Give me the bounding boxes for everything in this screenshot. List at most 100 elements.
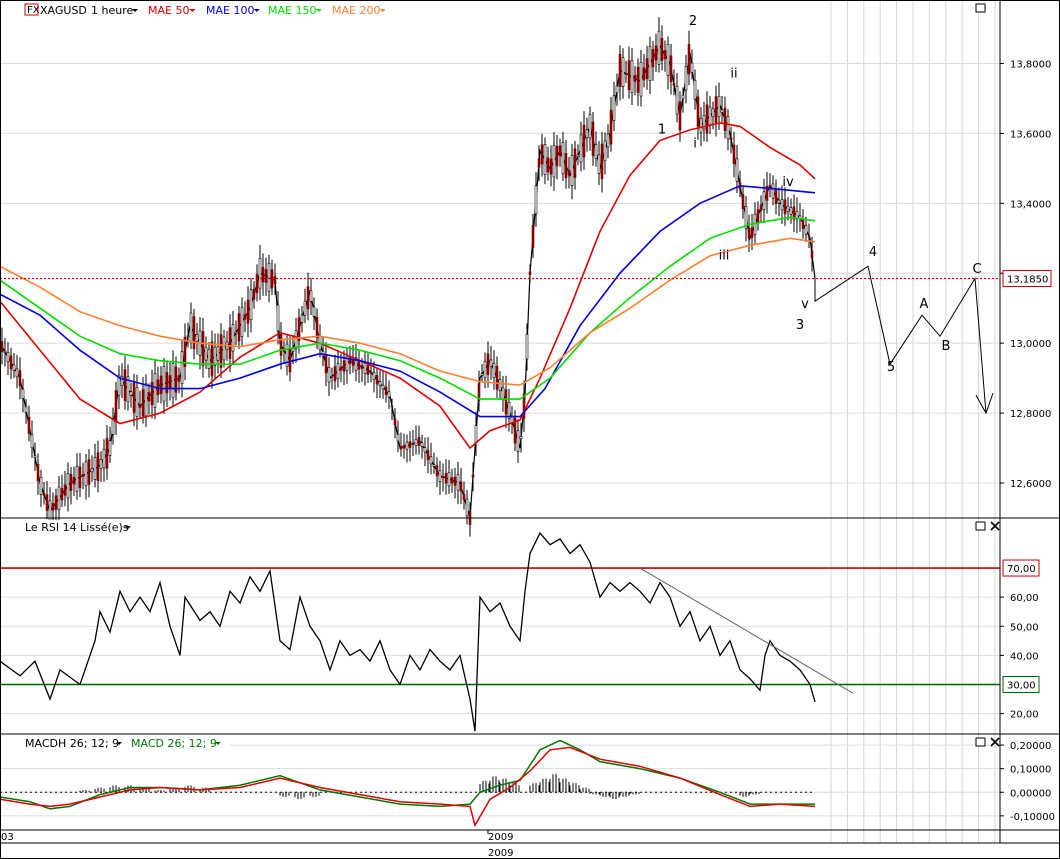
candle-body bbox=[483, 360, 487, 378]
symbol-label: XAGUSD bbox=[40, 4, 87, 17]
candle-body bbox=[411, 443, 415, 445]
candle-body bbox=[810, 250, 814, 259]
candle-body bbox=[771, 183, 775, 199]
candle-body bbox=[279, 334, 283, 356]
candle-body bbox=[129, 391, 133, 396]
maximize-icon bbox=[975, 521, 986, 531]
candle-body bbox=[456, 474, 460, 491]
y-tick-label: 13,4000 bbox=[1010, 199, 1051, 210]
wave-label: ii bbox=[730, 66, 737, 81]
wave-label: 5 bbox=[887, 360, 895, 375]
y-tick-label: 20,00 bbox=[1010, 710, 1039, 721]
candle-body bbox=[243, 314, 247, 320]
wave-label: C bbox=[972, 262, 981, 277]
candle-body bbox=[15, 368, 19, 378]
candle-body bbox=[402, 444, 406, 449]
candle-body bbox=[240, 307, 244, 337]
candle-body bbox=[45, 494, 49, 511]
candle-body bbox=[33, 455, 37, 459]
macd-legend-label: MACD 26; 12; 9 bbox=[131, 737, 217, 750]
candle-body bbox=[216, 346, 220, 361]
candle-body bbox=[177, 375, 181, 382]
y-tick-label: 0,20000 bbox=[1010, 741, 1051, 752]
candle-body bbox=[639, 62, 643, 97]
candle-body bbox=[555, 146, 559, 167]
candle-body bbox=[333, 366, 337, 382]
candle-body bbox=[669, 55, 673, 82]
candle-body bbox=[168, 375, 172, 388]
candle-body bbox=[690, 62, 694, 73]
candle-body bbox=[66, 473, 70, 499]
candle-body bbox=[714, 96, 718, 123]
candle-body bbox=[777, 199, 781, 204]
candle-body bbox=[378, 381, 382, 386]
candle-body bbox=[645, 58, 649, 80]
candle-body bbox=[711, 108, 715, 118]
candle-body bbox=[309, 290, 313, 302]
candle-body bbox=[63, 484, 67, 496]
candle-body bbox=[96, 452, 100, 481]
candle-body bbox=[549, 158, 553, 175]
candle-body bbox=[453, 476, 457, 486]
candle-body bbox=[393, 418, 397, 426]
rsi-level-label: 70,00 bbox=[1007, 564, 1036, 575]
candle-body bbox=[132, 382, 136, 413]
candle-body bbox=[114, 390, 118, 422]
candle-body bbox=[267, 262, 271, 292]
candle-body bbox=[594, 144, 598, 159]
candle-body bbox=[540, 144, 544, 165]
candle-body bbox=[558, 145, 562, 157]
candle-body bbox=[141, 389, 145, 417]
candle-body bbox=[495, 366, 499, 390]
candle-body bbox=[39, 476, 43, 495]
candle-body bbox=[237, 313, 241, 342]
candle-body bbox=[588, 114, 592, 139]
candle-body bbox=[474, 425, 478, 443]
y-tick-label: 60,00 bbox=[1010, 593, 1039, 604]
candle-body bbox=[651, 49, 655, 68]
candle-body bbox=[84, 461, 88, 486]
candle-body bbox=[162, 366, 166, 402]
candle-body bbox=[213, 346, 217, 366]
y-tick-label: 12,6000 bbox=[1010, 479, 1051, 490]
candle-body bbox=[618, 53, 622, 87]
candle-body bbox=[303, 300, 307, 316]
candle-body bbox=[264, 269, 268, 283]
candle-body bbox=[423, 447, 427, 453]
candle-body bbox=[432, 464, 436, 467]
candle-body bbox=[600, 143, 604, 180]
candle-body bbox=[207, 348, 211, 369]
candle-body bbox=[678, 101, 682, 131]
candle-body bbox=[159, 375, 163, 394]
candle-body bbox=[789, 207, 793, 215]
candle-body bbox=[99, 458, 103, 469]
candle-body bbox=[102, 448, 106, 469]
candle-body bbox=[105, 437, 109, 469]
candle-body bbox=[75, 466, 79, 492]
candle-body bbox=[471, 474, 475, 478]
candle-body bbox=[447, 472, 451, 487]
candle-body bbox=[567, 170, 571, 176]
candle-body bbox=[537, 158, 541, 168]
candle-body bbox=[336, 363, 340, 379]
candle-body bbox=[807, 235, 811, 238]
x-tick-label: 2009 bbox=[488, 832, 513, 843]
candle-body bbox=[708, 106, 712, 126]
candle-body bbox=[78, 466, 82, 488]
timeframe-label: 1 heure bbox=[91, 4, 133, 17]
candle-body bbox=[420, 442, 424, 447]
candle-body bbox=[621, 57, 625, 87]
candle-body bbox=[759, 205, 763, 211]
candle-body bbox=[666, 44, 670, 76]
candle-body bbox=[258, 258, 262, 289]
fx-badge-label: FX bbox=[27, 5, 40, 16]
candle-body bbox=[360, 365, 364, 369]
candle-body bbox=[90, 468, 94, 473]
candle-body bbox=[444, 472, 448, 484]
candle-body bbox=[528, 271, 532, 275]
candle-body bbox=[486, 353, 490, 375]
candle-body bbox=[531, 225, 535, 249]
candle-body bbox=[171, 363, 175, 398]
candle-body bbox=[525, 334, 529, 360]
candle-body bbox=[762, 191, 766, 210]
